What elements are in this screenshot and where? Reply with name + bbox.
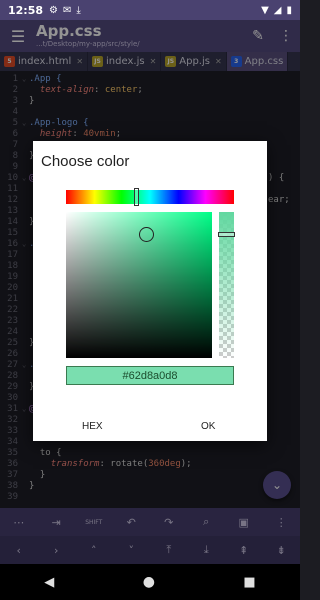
- gear-icon: ⚙: [49, 4, 58, 16]
- hue-slider[interactable]: [66, 190, 234, 204]
- ok-button[interactable]: OK: [201, 421, 215, 432]
- system-nav-bar: ◀ ● ■: [0, 564, 300, 600]
- status-bar: 12:58 ⚙ ✉ ⤓ ▼ ◢ ▮: [0, 0, 300, 20]
- hue-slider-thumb[interactable]: [133, 188, 139, 206]
- signal-icon: ◢: [273, 4, 282, 16]
- alpha-slider-thumb[interactable]: [218, 232, 235, 238]
- alpha-slider[interactable]: [218, 212, 235, 358]
- wifi-icon: ▼: [261, 4, 269, 16]
- hex-color-field[interactable]: #62d8a0d8: [66, 366, 234, 385]
- recents-icon[interactable]: ■: [243, 575, 255, 590]
- hex-button[interactable]: HEX: [82, 421, 103, 432]
- status-time: 12:58: [8, 3, 44, 17]
- battery-icon: ▮: [286, 4, 292, 16]
- back-icon[interactable]: ◀: [44, 575, 54, 590]
- color-picker-dialog: Choose color #62d8a0d8 HEX OK: [33, 141, 267, 441]
- mail-icon: ✉: [62, 4, 72, 16]
- saturation-value-picker[interactable]: [66, 212, 212, 358]
- download-icon: ⤓: [76, 4, 81, 16]
- dialog-title: Choose color: [41, 153, 130, 170]
- home-icon[interactable]: ●: [143, 574, 155, 590]
